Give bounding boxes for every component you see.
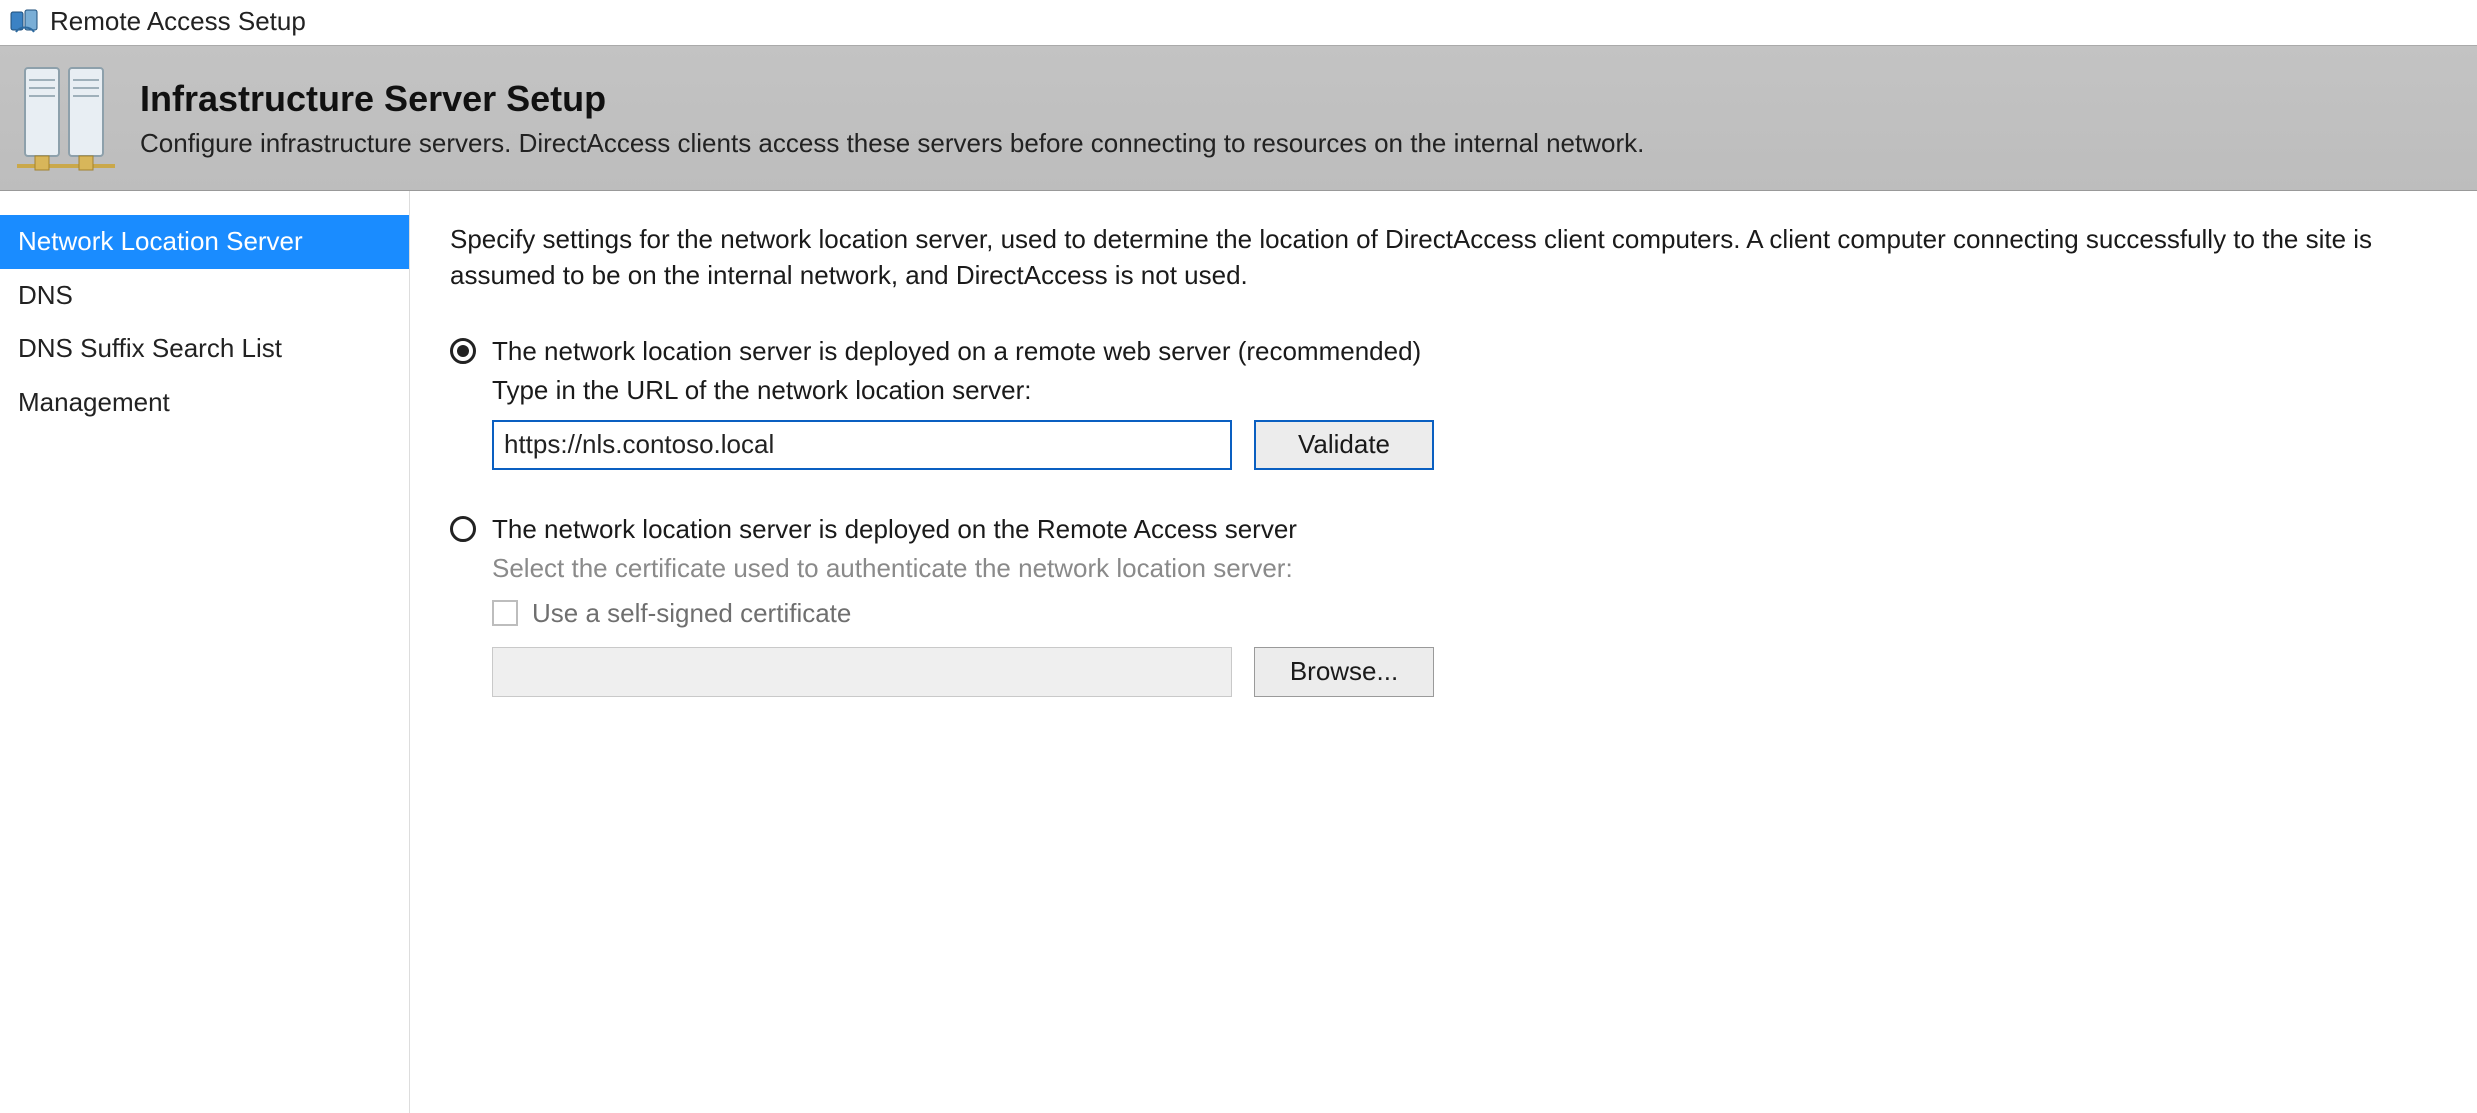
self-signed-checkbox[interactable] <box>492 600 518 626</box>
self-signed-row[interactable]: Use a self-signed certificate <box>492 598 2465 629</box>
step-dns[interactable]: DNS <box>0 269 409 323</box>
banner-text: Infrastructure Server Setup Configure in… <box>126 78 1644 159</box>
radio-local[interactable] <box>450 516 476 542</box>
step-dns-suffix-search-list[interactable]: DNS Suffix Search List <box>0 322 409 376</box>
url-prompt: Type in the URL of the network location … <box>492 375 2465 406</box>
validate-button[interactable]: Validate <box>1254 420 1434 470</box>
banner-heading: Infrastructure Server Setup <box>140 78 1644 120</box>
wizard-body: Network Location Server DNS DNS Suffix S… <box>0 191 2477 1113</box>
wizard-window: Remote Access Setup Infrastructure Serve… <box>0 0 2477 1113</box>
banner-servers-icon <box>6 58 126 178</box>
radio-local-label: The network location server is deployed … <box>492 514 1297 545</box>
cert-row: Browse... <box>492 647 2465 697</box>
wizard-steps-sidebar: Network Location Server DNS DNS Suffix S… <box>0 191 410 1113</box>
nls-url-input[interactable] <box>492 420 1232 470</box>
cert-path-input <box>492 647 1232 697</box>
step-content: Specify settings for the network locatio… <box>410 191 2477 1113</box>
option-remote-row[interactable]: The network location server is deployed … <box>450 336 2465 367</box>
intro-text: Specify settings for the network locatio… <box>450 221 2410 294</box>
browse-button[interactable]: Browse... <box>1254 647 1434 697</box>
option-local-row[interactable]: The network location server is deployed … <box>450 514 2465 545</box>
step-management[interactable]: Management <box>0 376 409 430</box>
radio-remote[interactable] <box>450 338 476 364</box>
step-label: DNS Suffix Search List <box>18 333 282 363</box>
window-title: Remote Access Setup <box>50 6 306 37</box>
radio-remote-label: The network location server is deployed … <box>492 336 1421 367</box>
banner: Infrastructure Server Setup Configure in… <box>0 45 2477 191</box>
cert-prompt: Select the certificate used to authentic… <box>492 553 2465 584</box>
self-signed-label: Use a self-signed certificate <box>532 598 851 629</box>
step-label: Management <box>18 387 170 417</box>
url-row: Validate <box>492 420 2465 470</box>
validate-button-label: Validate <box>1298 429 1390 460</box>
title-bar: Remote Access Setup <box>0 0 2477 45</box>
option-local-subblock: Select the certificate used to authentic… <box>450 553 2465 697</box>
step-label: Network Location Server <box>18 226 303 256</box>
browse-button-label: Browse... <box>1290 656 1398 687</box>
step-network-location-server[interactable]: Network Location Server <box>0 215 409 269</box>
banner-subtitle: Configure infrastructure servers. Direct… <box>140 128 1644 159</box>
option-remote-subblock: Type in the URL of the network location … <box>450 375 2465 470</box>
step-label: DNS <box>18 280 73 310</box>
app-icon <box>10 8 40 36</box>
